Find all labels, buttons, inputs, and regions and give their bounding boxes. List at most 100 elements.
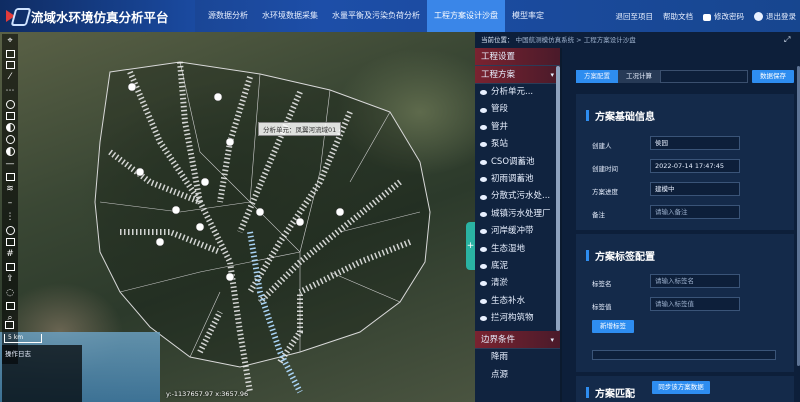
eye-icon[interactable] (480, 194, 487, 200)
tag-value-label: 标签值 (592, 303, 612, 311)
creator-label: 创建人 (592, 142, 612, 150)
progress-field[interactable]: 建模中 (650, 182, 740, 196)
tag-value-input[interactable]: 请输入标签值 (650, 297, 740, 311)
tree-header: 工程设置 (475, 48, 560, 66)
select-icon[interactable] (5, 302, 15, 310)
panel-toggle-button[interactable]: + (466, 222, 475, 270)
tree-item[interactable]: 城镇污水处理厂 (475, 206, 560, 223)
eye-icon[interactable] (480, 229, 487, 235)
eye-icon[interactable] (480, 124, 487, 130)
tree-item[interactable]: 底泥 (475, 258, 560, 275)
location-pin-icon[interactable]: ⌖ (5, 36, 16, 47)
tree-item[interactable]: 分析单元... (475, 84, 560, 101)
tree-item[interactable]: 拦河构筑物 (475, 310, 560, 327)
remark-label: 备注 (592, 211, 605, 219)
fullscreen-icon[interactable]: ⤢ (784, 35, 794, 45)
ring-icon[interactable] (5, 100, 15, 109)
map-view[interactable]: ⌖ ⁄ ⋯ — ≋ – ⋮ # ⇪ ◌ ⌕ 5 km 操作日志 分析单元：凤翼河… (0, 32, 475, 402)
tab-scheme-config[interactable]: 方案配置 (576, 70, 618, 83)
breadcrumb-system[interactable]: 中国航测模仿真系统 (516, 36, 575, 44)
nav-source-data-analysis[interactable]: 源数据分析 (201, 0, 255, 32)
eye-icon[interactable] (480, 246, 487, 252)
scheme-match-title: 方案匹配 (586, 385, 635, 400)
platform-title: 流域水环境仿真分析平台 (31, 9, 169, 25)
half-circle-icon[interactable] (5, 123, 15, 132)
camera-icon[interactable] (5, 321, 14, 329)
contrast-icon[interactable] (5, 147, 15, 156)
tag-name-label: 标签名 (592, 280, 612, 288)
add-tag-button[interactable]: 新增标签 (592, 320, 634, 333)
eye-icon[interactable] (480, 211, 487, 217)
help-doc-link[interactable]: 帮助文档 (663, 11, 693, 22)
hash-icon[interactable]: # (5, 249, 16, 260)
nav-water-data-collection[interactable]: 水环境数据采集 (255, 0, 325, 32)
rect-icon[interactable] (5, 112, 15, 120)
sync-scheme-button[interactable]: 同步该方案数据 (652, 381, 710, 394)
measure-line-icon[interactable]: ⁄ (5, 72, 16, 83)
tree-section-boundary[interactable]: 边界条件 ▾ (475, 331, 560, 350)
tree-item[interactable]: 泵站 (475, 136, 560, 153)
tag-list-field[interactable] (592, 350, 776, 360)
tree-item[interactable]: CSO调蓄池 (475, 154, 560, 171)
tree-section-engineering[interactable]: 工程方案 ▾ (475, 66, 560, 84)
frame-icon[interactable] (5, 263, 15, 271)
tree-item[interactable]: 管段 (475, 101, 560, 118)
tree-item[interactable]: 降雨 (475, 349, 560, 366)
eye-icon[interactable] (480, 177, 487, 183)
tree-item[interactable]: 初雨调蓄池 (475, 171, 560, 188)
tree-item[interactable]: 河岸缓冲带 (475, 223, 560, 240)
basic-info-card: 方案基础信息 创建人 侯园 创建时间 2022-07-14 17:47:45 方… (576, 94, 794, 230)
grid-icon[interactable] (5, 173, 15, 181)
circle-icon[interactable] (5, 135, 15, 144)
eye-icon[interactable] (480, 107, 487, 113)
line-icon[interactable]: — (5, 159, 16, 170)
remark-input[interactable]: 请输入备注 (650, 205, 740, 219)
zigzag-icon[interactable]: ≋ (5, 184, 16, 195)
eye-icon[interactable] (480, 159, 487, 165)
eye-icon[interactable] (480, 281, 487, 287)
created-time-field[interactable]: 2022-07-14 17:47:45 (650, 159, 740, 173)
map-toolbar: ⌖ ⁄ ⋯ — ≋ – ⋮ # ⇪ ◌ ⌕ (2, 34, 18, 364)
tag-name-input[interactable]: 请输入标签名 (650, 274, 740, 288)
tree-scrollbar[interactable] (556, 66, 560, 331)
dots-icon[interactable]: ⋮ (5, 212, 16, 223)
more-icon[interactable]: ⋯ (5, 86, 16, 97)
eye-icon[interactable] (480, 316, 487, 322)
tree-item-label: 分析单元... (491, 87, 534, 97)
tab-condition-calc[interactable]: 工况计算 (618, 70, 660, 83)
minus-icon[interactable]: – (5, 198, 16, 209)
logout-link[interactable]: 退出登录 (754, 11, 796, 22)
box-icon[interactable] (5, 238, 15, 246)
upload-icon[interactable]: ⇪ (5, 274, 16, 285)
tree-item-label: CSO调蓄池 (491, 156, 535, 167)
brand[interactable]: 流域水环境仿真分析平台 (0, 0, 195, 32)
top-actions: 退回至项目 帮助文档 修改密码 退出登录 (616, 0, 796, 32)
project-tree: 工程设置 工程方案 ▾ 分析单元... 管段 管井 泵站 CSO调蓄池 初雨调蓄池… (475, 48, 560, 402)
back-to-project-link[interactable]: 退回至项目 (616, 11, 654, 22)
created-time-label: 创建时间 (592, 165, 618, 173)
nav-model-calibration[interactable]: 模型率定 (505, 0, 551, 32)
tree-item[interactable]: 生态湿地 (475, 241, 560, 258)
save-data-button[interactable]: 数据保存 (752, 70, 794, 83)
creator-field[interactable]: 侯园 (650, 136, 740, 150)
tree-item[interactable]: 生态补水 (475, 293, 560, 310)
tree-item[interactable]: 分散式污水处... (475, 188, 560, 205)
layer-icon[interactable] (5, 50, 15, 58)
eye-icon[interactable] (480, 142, 487, 148)
layers-icon[interactable] (5, 61, 15, 69)
tree-item[interactable]: 管井 (475, 119, 560, 136)
eye-icon[interactable] (480, 90, 487, 96)
nav-engineering-sandbox[interactable]: 工程方案设计沙盘 (427, 0, 505, 32)
operation-log[interactable]: 操作日志 (2, 345, 82, 402)
eye-icon[interactable] (480, 298, 487, 304)
tree-item[interactable]: 点源 (475, 367, 560, 384)
nav-water-balance-analysis[interactable]: 水量平衡及污染负荷分析 (325, 0, 427, 32)
tree-item-label: 清淤 (491, 278, 509, 289)
hide-icon[interactable]: ◌ (5, 288, 16, 299)
tree-item[interactable]: 清淤 (475, 275, 560, 292)
user-icon (754, 11, 763, 21)
change-password-label: 修改密码 (714, 11, 744, 21)
change-password-link[interactable]: 修改密码 (703, 11, 744, 22)
target-icon[interactable] (5, 226, 15, 235)
eye-icon[interactable] (480, 264, 487, 270)
